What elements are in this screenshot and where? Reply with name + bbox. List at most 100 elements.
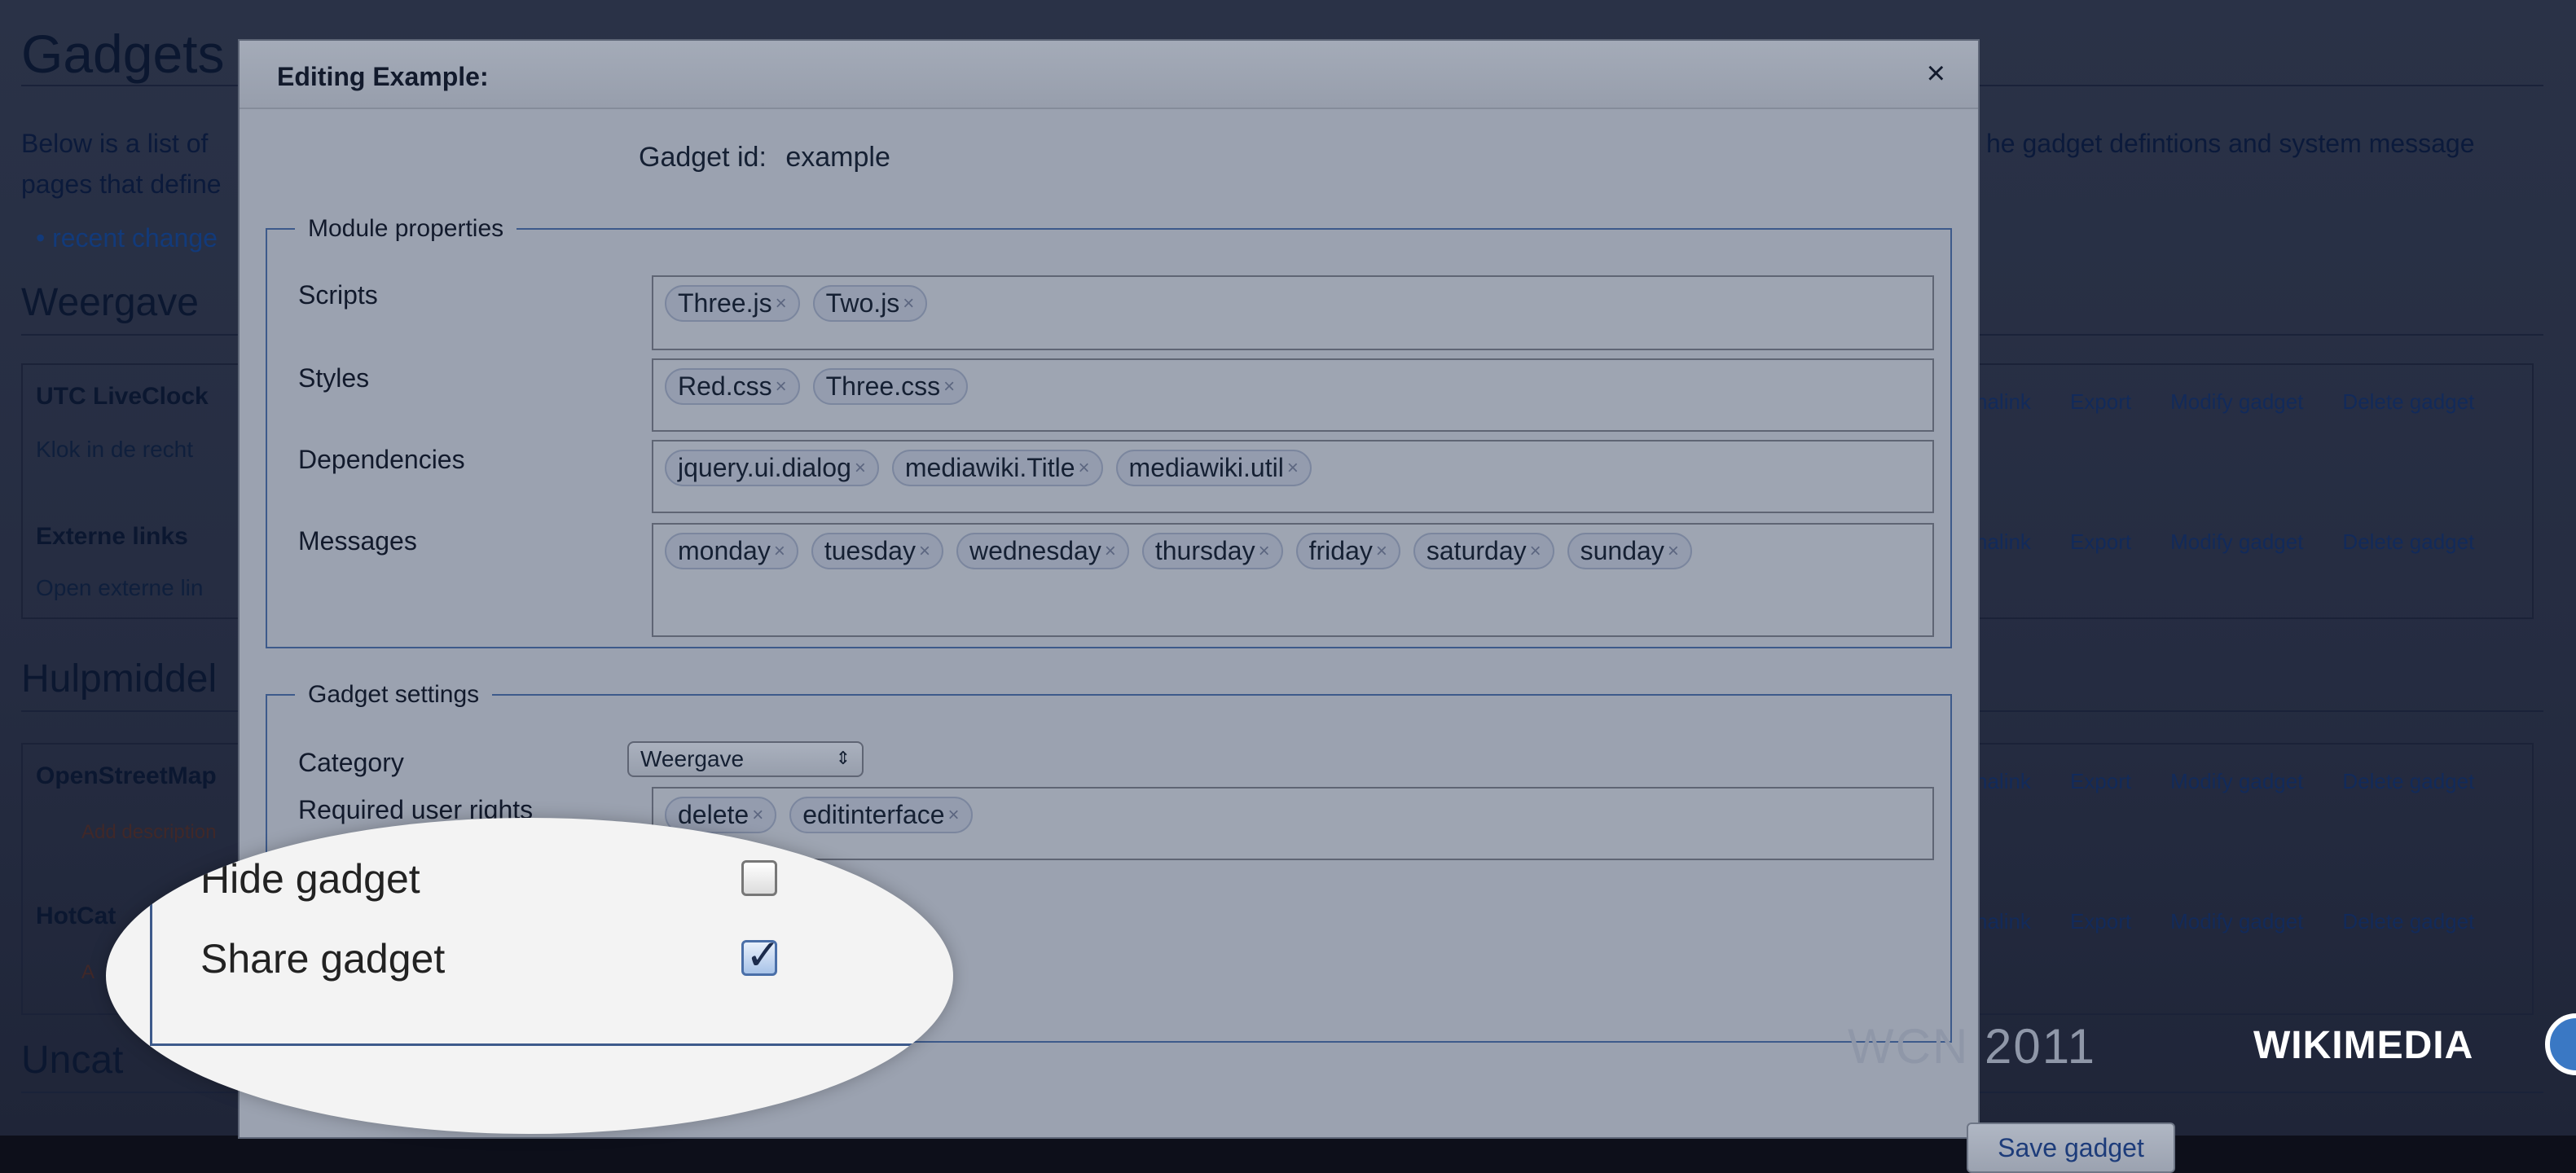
share-gadget-label: Share gadget [200,936,446,982]
token: editinterface × [789,797,973,833]
modify-gadget-link[interactable]: Modify gadget [2170,909,2303,934]
intro-text-line2: pages that define [21,169,222,199]
intro-text-right: he gadget defintions and system message [1986,129,2475,158]
page-title: Gadgets [21,24,225,84]
scripts-input[interactable]: Three.js × Two.js × [652,275,1934,350]
category-select-value: Weergave [640,746,745,771]
token: thursday × [1141,533,1283,569]
close-icon[interactable]: × [1927,55,1945,92]
styles-input[interactable]: Red.css × Three.css × [652,358,1934,432]
dialog-title: Editing Example: [277,62,489,91]
export-link[interactable]: Export [2070,389,2131,415]
token: saturday × [1413,533,1554,569]
fieldset-border [150,818,152,1046]
permalink-link[interactable]: nalink [1976,529,2031,555]
token-label: Two.js [825,288,900,318]
recent-changes-link-label: recent change [52,223,218,253]
share-gadget-checkbox[interactable]: ✓ [741,932,781,979]
remove-token-icon[interactable]: × [1287,457,1299,480]
token: tuesday × [811,533,943,569]
messages-input[interactable]: monday × tuesday × wednesday × thursday × fr… [652,523,1934,637]
section-heading: Hulpmiddel [21,657,218,701]
gadget-name: UTC LiveClock [36,383,209,410]
select-arrows-icon: ⇕ [835,748,851,768]
remove-token-icon[interactable]: × [1376,540,1387,563]
messages-label: Messages [298,526,417,556]
hide-gadget-label: Hide gadget [200,856,420,902]
required-rights-input[interactable]: delete × editinterface × [652,787,1934,860]
token-label: monday [678,536,771,565]
token: mediawiki.util × [1115,450,1312,486]
dialog-titlebar[interactable]: Editing Example: × [240,41,1978,109]
delete-gadget-link[interactable]: Delete gadget [2342,909,2474,934]
modify-gadget-link[interactable]: Modify gadget [2170,529,2303,555]
token: monday × [665,533,798,569]
module-properties-fieldset: Module properties Scripts Three.js × Two.… [266,215,1952,648]
token-label: jquery.ui.dialog [678,453,851,482]
checkmark-icon: ✓ [745,932,781,979]
permalink-link[interactable]: nalink [1976,389,2031,415]
section-heading: Uncat [21,1039,124,1082]
gadget-description: A [81,961,95,983]
modify-gadget-link[interactable]: Modify gadget [2170,769,2303,794]
intro-text: Below is a list of [21,129,209,158]
token: Two.js × [812,285,928,322]
gadget-id: Gadget id: example [639,142,890,174]
remove-token-icon[interactable]: × [855,457,866,480]
delete-gadget-link[interactable]: Delete gadget [2342,769,2474,794]
gadget-description: Klok in de recht [36,437,193,462]
token-label: editinterface [802,800,945,829]
remove-token-icon[interactable]: × [948,804,960,827]
remove-token-icon[interactable]: × [1259,540,1270,563]
category-select[interactable]: Weergave ⇕ [627,741,864,777]
remove-token-icon[interactable]: × [774,540,785,563]
delete-gadget-link[interactable]: Delete gadget [2342,529,2474,555]
export-link[interactable]: Export [2070,529,2131,555]
token-label: mediawiki.util [1128,453,1284,482]
token: sunday × [1567,533,1692,569]
modify-gadget-link[interactable]: Modify gadget [2170,389,2303,415]
section-heading: Weergave [21,281,199,324]
export-link[interactable]: Export [2070,769,2131,794]
remove-token-icon[interactable]: × [752,804,763,827]
hide-gadget-checkbox[interactable] [741,860,777,896]
scripts-label: Scripts [298,280,378,310]
token-label: Three.css [825,371,941,401]
token-label: wednesday [969,536,1101,565]
gadget-name: Externe links [36,523,188,550]
add-description-link[interactable]: Add description [81,821,216,844]
remove-token-icon[interactable]: × [1530,540,1541,563]
styles-label: Styles [298,363,370,393]
gadget-actions: nalink Export Modify gadget Delete gadge… [1976,529,2474,555]
fieldset-border [150,1043,953,1046]
permalink-link[interactable]: nalink [1976,769,2031,794]
recent-changes-link[interactable]: • recent change [36,223,218,253]
gadget-description: Open externe lin [36,575,204,600]
remove-token-icon[interactable]: × [903,292,914,315]
token-label: mediawiki.Title [904,453,1075,482]
dependencies-input[interactable]: jquery.ui.dialog × mediawiki.Title × media… [652,440,1934,513]
token: mediawiki.Title × [891,450,1103,486]
token-label: sunday [1580,536,1664,565]
remove-token-icon[interactable]: × [919,540,930,563]
remove-token-icon[interactable]: × [1079,457,1090,480]
gadget-actions: nalink Export Modify gadget Delete gadge… [1976,389,2474,415]
permalink-link[interactable]: nalink [1976,909,2031,934]
token: Three.css × [812,368,969,405]
dependencies-label: Dependencies [298,445,465,474]
zoom-callout: Hide gadget Share gadget ✓ [106,818,953,1134]
remove-token-icon[interactable]: × [776,292,787,315]
token-label: Red.css [678,371,772,401]
remove-token-icon[interactable]: × [1668,540,1679,563]
token: friday × [1295,533,1400,569]
gadget-id-label: Gadget id: [639,142,767,173]
gadget-settings-legend: Gadget settings [308,681,480,708]
save-gadget-button[interactable]: Save gadget [1967,1122,2175,1173]
remove-token-icon[interactable]: × [1105,540,1116,563]
remove-token-icon[interactable]: × [776,376,787,398]
delete-gadget-link[interactable]: Delete gadget [2342,389,2474,415]
gadget-actions: nalink Export Modify gadget Delete gadge… [1976,909,2474,934]
wikimedia-wordmark: WIKIMEDIA [2253,1024,2474,1067]
remove-token-icon[interactable]: × [943,376,955,398]
export-link[interactable]: Export [2070,909,2131,934]
